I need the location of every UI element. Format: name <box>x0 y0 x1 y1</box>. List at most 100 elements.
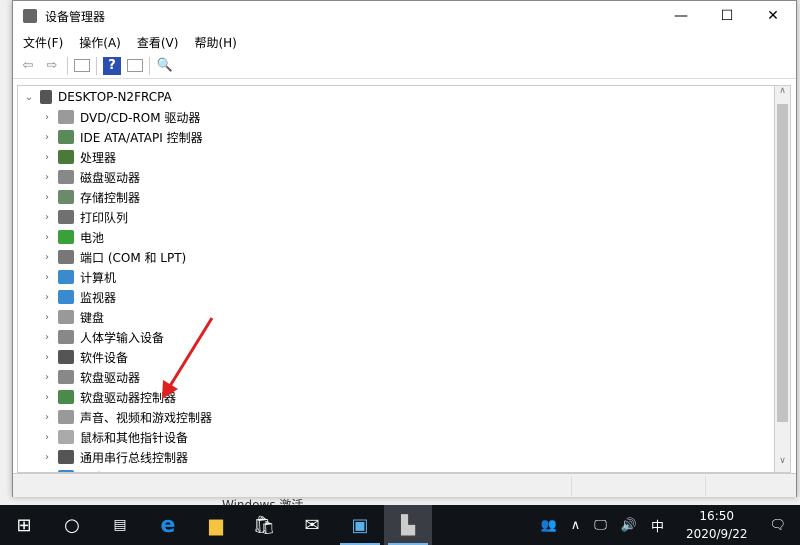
chevron-right-icon[interactable]: › <box>40 312 54 323</box>
tree-item[interactable]: › 软件设备 <box>40 347 128 367</box>
menu-view[interactable]: 查看(V) <box>137 34 179 51</box>
start-icon[interactable]: ⊞ <box>0 505 48 545</box>
device-manager-icon <box>23 9 37 23</box>
tree-item[interactable]: › 软盘驱动器 <box>40 367 140 387</box>
device-category-icon <box>58 450 74 464</box>
tree-item[interactable]: › 打印队列 <box>40 207 128 227</box>
tree-item[interactable]: › IDE ATA/ATAPI 控制器 <box>40 127 203 147</box>
menu-bar: 文件(F) 操作(A) 查看(V) 帮助(H) <box>13 31 796 53</box>
tree-item-label: 键盘 <box>80 310 105 325</box>
tree-item-label: DVD/CD-ROM 驱动器 <box>80 110 201 125</box>
tree-item[interactable]: › 电池 <box>40 227 104 247</box>
menu-help[interactable]: 帮助(H) <box>194 34 236 51</box>
chevron-right-icon[interactable]: › <box>40 412 54 423</box>
date: 2020/9/22 <box>685 527 748 541</box>
tree-item-label: 端口 (COM 和 LPT) <box>80 250 187 265</box>
tree-item[interactable]: › 计算机 <box>40 267 116 287</box>
device-tree: ⌄ DESKTOP-N2FRCPA › DVD/CD-ROM 驱动器 › IDE AT… <box>17 85 774 473</box>
device-manager-taskbar-icon[interactable]: ▙ <box>384 505 432 545</box>
tree-item-label: 人体学输入设备 <box>80 330 165 345</box>
device-category-icon <box>58 290 74 304</box>
tree-item[interactable]: › 鼠标和其他指针设备 <box>40 427 188 447</box>
tree-item[interactable]: › 端口 (COM 和 LPT) <box>40 247 186 267</box>
people-icon[interactable]: 👥 <box>541 518 557 533</box>
clock[interactable]: 16:50 2020/9/22 <box>686 507 748 543</box>
chevron-right-icon[interactable]: › <box>40 192 54 203</box>
tree-item[interactable]: › 键盘 <box>40 307 104 327</box>
device-category-icon <box>58 250 74 264</box>
edge-icon[interactable]: e <box>144 505 192 545</box>
chevron-right-icon[interactable]: › <box>40 172 54 183</box>
task-view-icon[interactable]: ▤ <box>96 505 144 545</box>
help-icon[interactable]: ? <box>103 56 121 75</box>
chevron-right-icon[interactable]: › <box>40 372 54 383</box>
device-category-icon <box>58 130 74 144</box>
tree-item[interactable]: › 人体学输入设备 <box>40 327 164 347</box>
chevron-right-icon[interactable]: › <box>40 152 54 163</box>
window-title: 设备管理器 <box>45 9 106 24</box>
network-icon[interactable]: 🖵 <box>594 518 607 533</box>
device-category-icon <box>58 410 74 424</box>
chevron-right-icon[interactable]: › <box>40 132 54 143</box>
mail-icon[interactable]: ✉ <box>288 505 336 545</box>
device-category-icon <box>58 390 74 404</box>
device-category-icon <box>58 190 74 204</box>
scroll-up-icon[interactable]: ∧ <box>775 86 790 102</box>
chevron-right-icon[interactable]: › <box>40 112 54 123</box>
title-bar: 设备管理器 — ☐ ✕ <box>13 1 796 31</box>
chevron-right-icon[interactable]: › <box>40 272 54 283</box>
volume-icon[interactable]: 🔊 <box>621 518 637 533</box>
minimize-button[interactable]: — <box>658 1 704 31</box>
maximize-button[interactable]: ☐ <box>704 1 750 31</box>
chevron-right-icon[interactable]: › <box>40 332 54 343</box>
chevron-right-icon[interactable]: › <box>40 392 54 403</box>
chevron-right-icon[interactable]: › <box>40 252 54 263</box>
tree-item-label: 计算机 <box>80 270 117 285</box>
scrollbar-thumb[interactable] <box>777 104 788 422</box>
chevron-right-icon[interactable]: › <box>40 352 54 363</box>
file-explorer-icon[interactable]: ▆ <box>192 505 240 545</box>
tree-item[interactable]: › 处理器 <box>40 147 116 167</box>
tree-item[interactable]: › DVD/CD-ROM 驱动器 <box>40 107 200 127</box>
device-category-icon <box>58 110 74 124</box>
tree-item-label: 软件设备 <box>80 350 129 365</box>
tree-item-label: 打印队列 <box>80 210 129 225</box>
tree-item[interactable]: › 存储控制器 <box>40 187 140 207</box>
store-icon[interactable]: 🛍 <box>240 505 288 545</box>
tree-item[interactable]: › 磁盘驱动器 <box>40 167 140 187</box>
chevron-right-icon[interactable]: › <box>40 452 54 463</box>
device-category-icon <box>58 350 74 364</box>
tree-item[interactable]: › 声音、视频和游戏控制器 <box>40 407 212 427</box>
vertical-scrollbar[interactable]: ∧ ∨ <box>774 85 791 473</box>
chevron-right-icon[interactable]: › <box>40 232 54 243</box>
control-panel-icon[interactable]: ▣ <box>336 505 384 545</box>
scroll-down-icon[interactable]: ∨ <box>775 456 790 472</box>
close-button[interactable]: ✕ <box>750 1 796 31</box>
show-hide-console-tree-icon[interactable] <box>74 59 90 72</box>
forward-icon[interactable]: ⇨ <box>43 57 61 75</box>
tree-item-label: 电池 <box>80 230 105 245</box>
chevron-right-icon[interactable]: › <box>40 292 54 303</box>
device-category-icon <box>58 150 74 164</box>
scan-hardware-icon[interactable]: 🔍 <box>156 57 174 75</box>
tree-root[interactable]: ⌄ DESKTOP-N2FRCPA <box>22 87 172 107</box>
chevron-up-icon[interactable]: ∧ <box>571 518 581 533</box>
chevron-right-icon[interactable]: › <box>40 432 54 443</box>
chevron-right-icon[interactable]: › <box>40 212 54 223</box>
time: 16:50 <box>699 509 735 523</box>
search-icon[interactable]: ○ <box>48 505 96 545</box>
chevron-down-icon[interactable]: ⌄ <box>22 92 36 103</box>
tree-item[interactable]: › 监视器 <box>40 287 116 307</box>
ime-indicator[interactable]: 中 <box>651 516 664 535</box>
tree-item[interactable]: › 通用串行总线控制器 <box>40 447 188 467</box>
tree-item[interactable]: › 软盘驱动器控制器 <box>40 387 176 407</box>
menu-action[interactable]: 操作(A) <box>79 34 121 51</box>
divider <box>67 56 68 75</box>
back-icon[interactable]: ⇦ <box>19 57 37 75</box>
tree-item-label: 存储控制器 <box>80 190 141 205</box>
show-action-pane-icon[interactable] <box>127 59 143 72</box>
menu-file[interactable]: 文件(F) <box>23 34 63 51</box>
notification-icon[interactable]: 🗨 <box>769 518 786 533</box>
device-manager-window: 设备管理器 — ☐ ✕ 文件(F) 操作(A) 查看(V) 帮助(H) ⇦ ⇨ … <box>12 0 797 497</box>
taskbar: ⊞ ○ ▤ e ▆ 🛍 ✉ ▣ ▙ 👥 ∧ 🖵 🔊 中 16:50 2020/9… <box>0 505 800 545</box>
